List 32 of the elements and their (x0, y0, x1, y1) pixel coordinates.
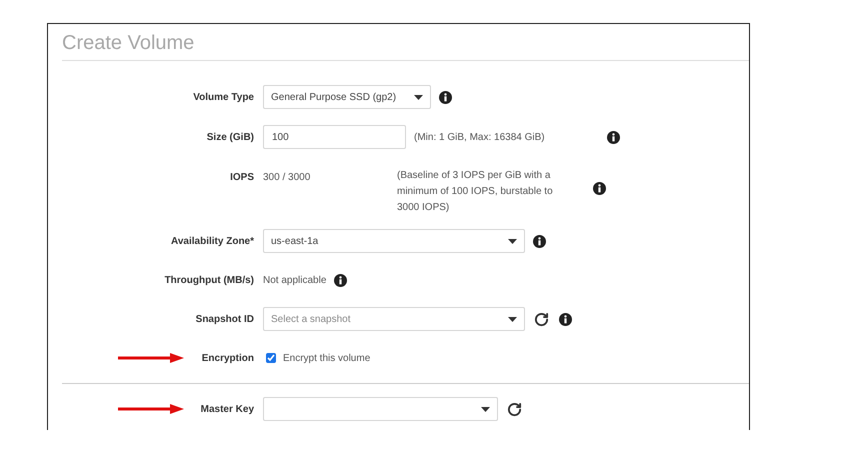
info-icon[interactable] (439, 90, 452, 104)
info-icon[interactable] (593, 182, 606, 195)
select-field[interactable]: General Purpose SSD (gp2) (263, 85, 431, 109)
field-label: Encryption (202, 352, 254, 366)
field-label: Availability Zone* (171, 234, 254, 248)
field-label: Master Key (200, 402, 254, 416)
field-label: IOPS (230, 171, 254, 185)
caret-icon (508, 316, 517, 322)
dialog-title: Create Volume (62, 32, 194, 54)
refresh-icon[interactable] (507, 402, 522, 416)
field-label: Size (GiB) (206, 130, 254, 144)
info-icon[interactable] (606, 130, 620, 144)
hint-text: (Min: 1 GiB, Max: 16384 GiB) (414, 130, 545, 144)
field-label: Throughput (MB/s) (164, 274, 254, 288)
hint-text: (Baseline of 3 IOPS per GiB with a minimum of 100 IOPS, burstable to 3000 IOPS) (397, 169, 554, 215)
caret-icon (508, 238, 517, 244)
checkbox-label: Encrypt this volume (283, 352, 370, 366)
field-label: Volume Type (193, 90, 254, 104)
info-icon[interactable] (533, 234, 546, 248)
field-value: Not applicable (263, 274, 326, 288)
field-value: 300 / 3000 (263, 171, 312, 185)
caret-icon (414, 94, 423, 100)
info-icon[interactable] (334, 274, 348, 286)
refresh-icon[interactable] (534, 312, 549, 326)
size-input-field[interactable]: 100 (263, 125, 406, 149)
caret-icon (481, 406, 490, 412)
select-field[interactable]: us-east-1a (263, 229, 525, 253)
info-icon[interactable] (559, 312, 572, 326)
select-field[interactable]: Select a snapshot (263, 307, 525, 331)
select-field[interactable] (263, 397, 498, 421)
field-label: Snapshot ID (196, 312, 254, 326)
checkbox[interactable] (266, 353, 276, 363)
